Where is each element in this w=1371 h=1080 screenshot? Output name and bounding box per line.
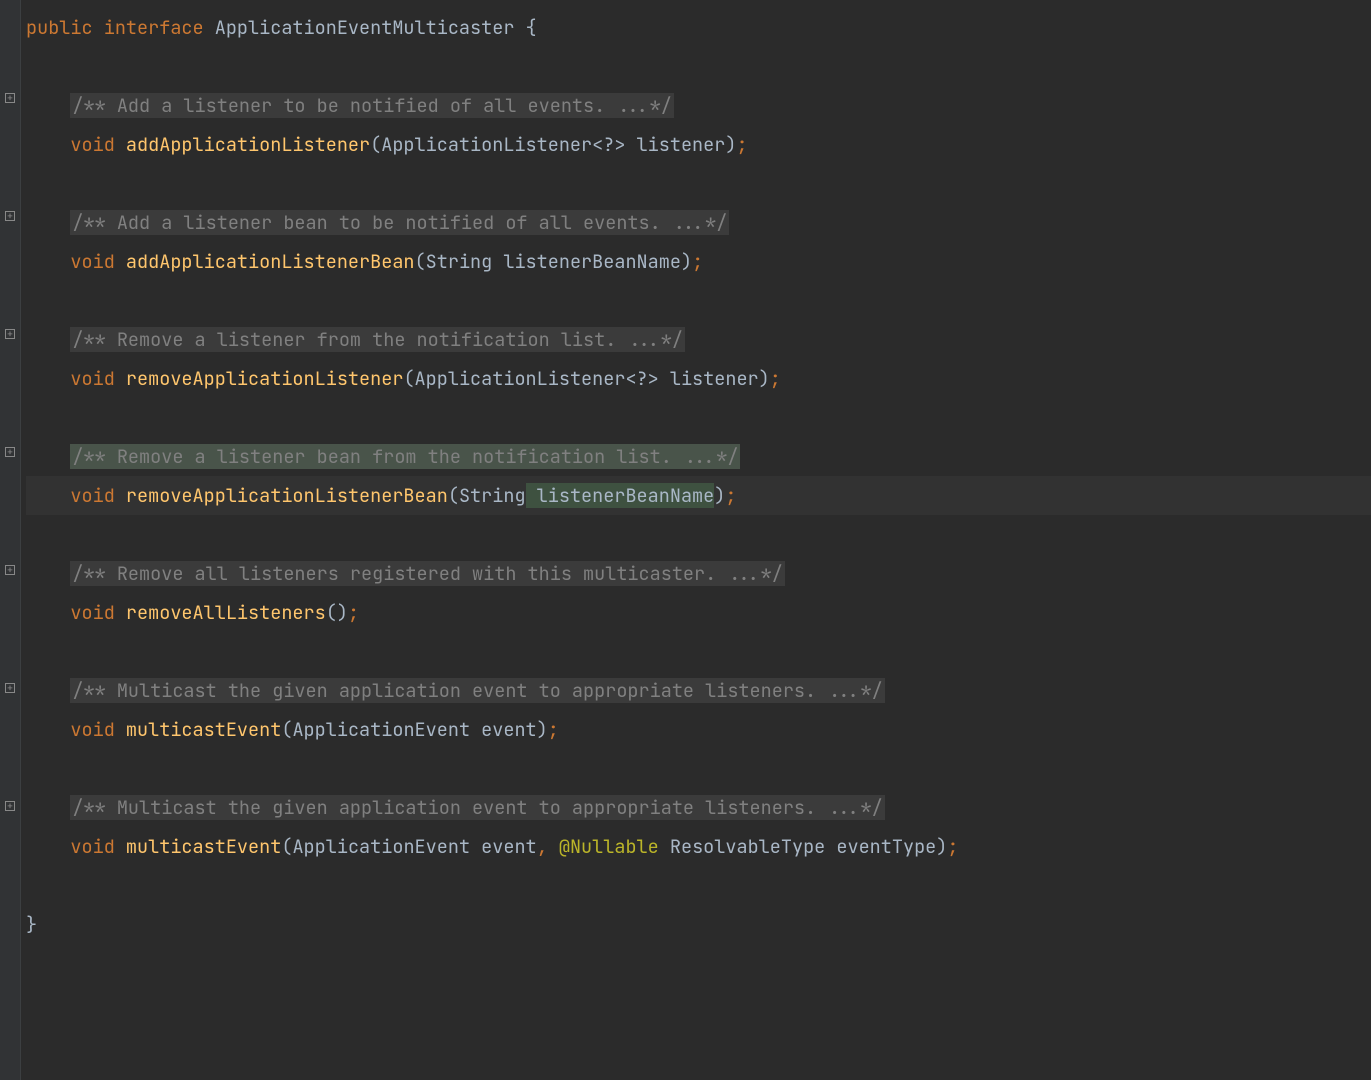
blank-line <box>26 515 1371 554</box>
method-signature: void multicastEvent(ApplicationEvent eve… <box>26 710 1371 749</box>
javadoc-comment: /** Multicast the given application even… <box>26 788 1371 827</box>
brace-close: } <box>26 905 1371 944</box>
javadoc-comment: /** Remove a listener from the notificat… <box>26 320 1371 359</box>
blank-line <box>26 866 1371 905</box>
blank-line <box>26 632 1371 671</box>
fold-icon[interactable] <box>5 565 15 575</box>
fold-icon[interactable] <box>5 683 15 693</box>
fold-icon[interactable] <box>5 801 15 811</box>
blank-line <box>26 398 1371 437</box>
method-signature-current-line: void removeApplicationListenerBean(Strin… <box>26 476 1371 515</box>
interface-declaration: public interface ApplicationEventMultica… <box>26 8 1371 47</box>
interface-name: ApplicationEventMulticaster <box>215 15 515 40</box>
method-name: addApplicationListenerBean <box>126 249 415 274</box>
brace-open: { <box>514 15 536 40</box>
method-signature: void removeApplicationListener(Applicati… <box>26 359 1371 398</box>
method-signature: void addApplicationListener(ApplicationL… <box>26 125 1371 164</box>
javadoc-comment: /** Multicast the given application even… <box>26 671 1371 710</box>
method-signature: void multicastEvent(ApplicationEvent eve… <box>26 827 1371 866</box>
method-name: multicastEvent <box>126 834 281 859</box>
fold-icon[interactable] <box>5 329 15 339</box>
blank-line <box>26 164 1371 203</box>
editor-gutter <box>0 0 21 1080</box>
fold-icon[interactable] <box>5 211 15 221</box>
method-signature: void addApplicationListenerBean(String l… <box>26 242 1371 281</box>
blank-line <box>26 281 1371 320</box>
fold-icon[interactable] <box>5 93 15 103</box>
method-name: removeApplicationListenerBean <box>126 483 448 508</box>
annotation-nullable: @Nullable <box>559 834 659 859</box>
method-name: addApplicationListener <box>126 132 370 157</box>
method-signature: void removeAllListeners(); <box>26 593 1371 632</box>
blank-line <box>26 47 1371 86</box>
method-name: multicastEvent <box>126 717 281 742</box>
method-name: removeAllListeners <box>126 600 326 625</box>
method-name: removeApplicationListener <box>126 366 404 391</box>
javadoc-comment: /** Add a listener to be notified of all… <box>26 86 1371 125</box>
fold-icon[interactable] <box>5 447 15 457</box>
keyword-public: public <box>26 15 93 40</box>
javadoc-comment: /** Remove all listeners registered with… <box>26 554 1371 593</box>
blank-line <box>26 749 1371 788</box>
code-editor[interactable]: public interface ApplicationEventMultica… <box>20 0 1371 944</box>
javadoc-comment: /** Remove a listener bean from the noti… <box>26 437 1371 476</box>
keyword-interface: interface <box>104 15 204 40</box>
javadoc-comment: /** Add a listener bean to be notified o… <box>26 203 1371 242</box>
